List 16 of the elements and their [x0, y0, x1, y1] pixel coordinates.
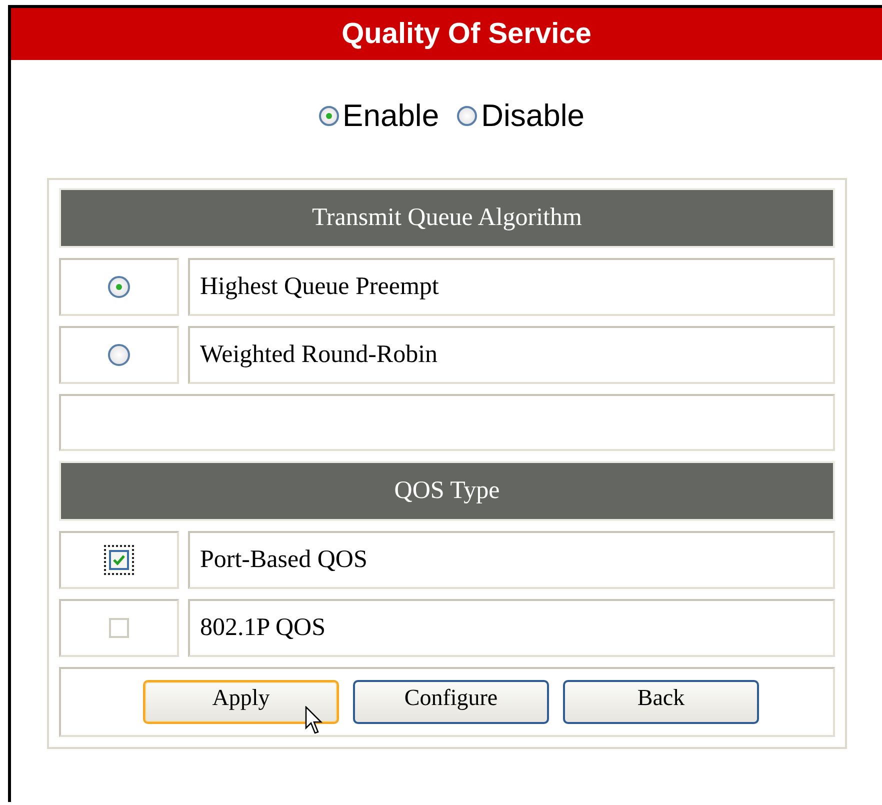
page-title: Quality Of Service [342, 18, 592, 50]
option-label: Port-Based QOS [200, 546, 368, 574]
checkbox[interactable] [104, 545, 134, 575]
option-label: Highest Queue Preempt [200, 273, 439, 301]
mode-radio-option[interactable]: Disable [457, 98, 584, 134]
radio-button[interactable] [108, 276, 130, 298]
mode-radio-option[interactable]: Enable [318, 98, 440, 134]
option-label: Weighted Round-Robin [200, 341, 438, 369]
action-button[interactable]: Configure [353, 680, 549, 724]
radio-button[interactable] [318, 106, 339, 126]
action-button[interactable]: Back [563, 680, 759, 724]
section-heading: Transmit Queue Algorithm [312, 204, 582, 232]
radio-button[interactable] [457, 106, 478, 126]
radio-button[interactable] [108, 344, 130, 366]
option-label: 802.1P QOS [200, 614, 326, 642]
section-heading: QOS Type [394, 477, 500, 505]
